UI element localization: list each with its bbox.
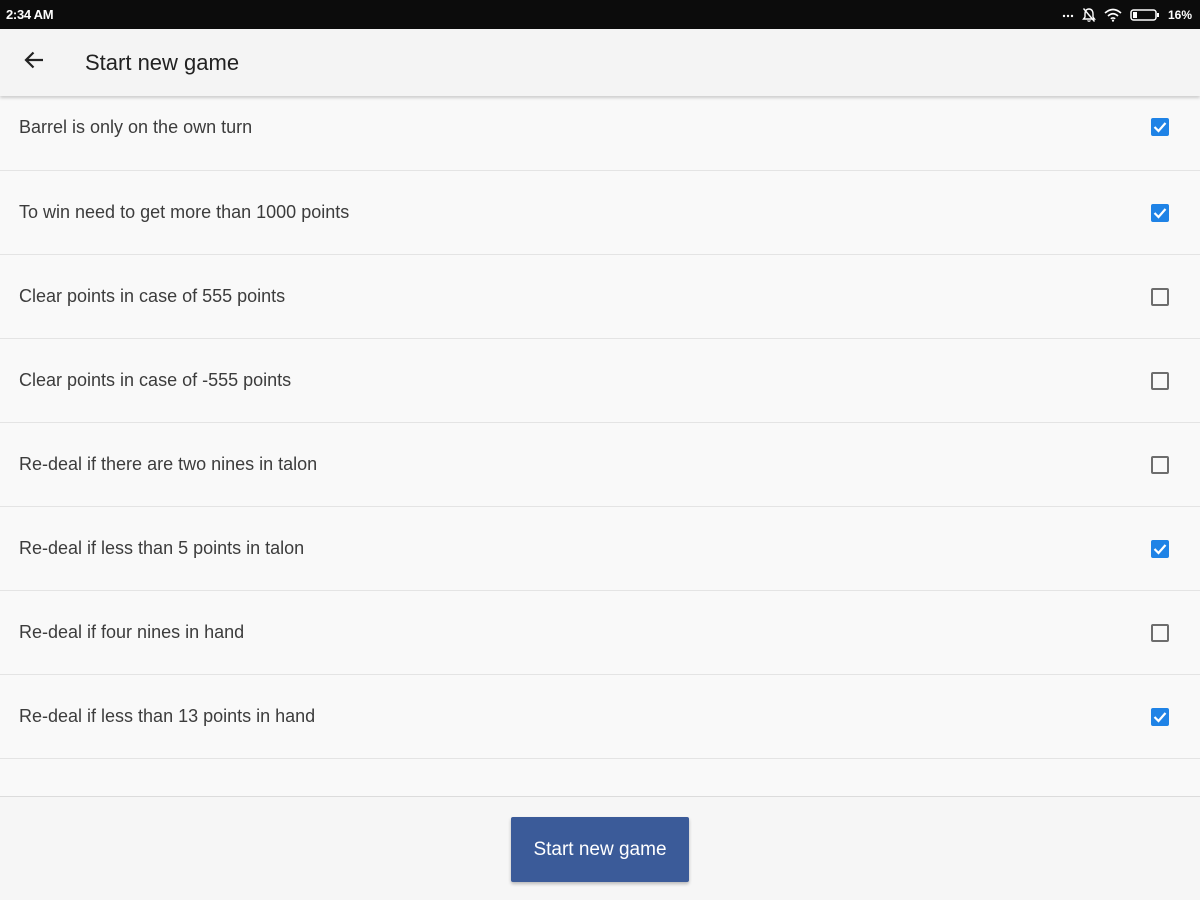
back-button[interactable] [12,41,56,85]
wifi-icon [1104,8,1122,22]
battery-percent: 16% [1167,7,1192,22]
status-time: 2:34 AM [6,7,54,22]
setting-label: Clear points in case of -555 points [19,370,292,390]
setting-label: Re-deal if four nines in hand [19,622,245,642]
setting-label: To win need to get more than 1000 points [19,202,350,222]
setting-checkbox[interactable] [1151,455,1169,474]
setting-row-clear-555[interactable]: Clear points in case of 555 points [0,255,1200,339]
setting-row-barrel-own-turn[interactable]: Barrel is only on the own turn [0,96,1200,171]
setting-checkbox[interactable] [1151,707,1169,726]
setting-label: Barrel is only on the own turn [19,116,253,137]
setting-checkbox[interactable] [1151,287,1169,306]
status-icons: 16% [1062,7,1192,23]
setting-row-clear-minus-555[interactable]: Clear points in case of -555 points [0,339,1200,423]
app-bar: Start new game [0,29,1200,96]
setting-checkbox[interactable] [1151,203,1169,222]
silent-bell-icon [1082,7,1096,23]
settings-list: Barrel is only on the own turn To win ne… [0,96,1200,796]
setting-row-win-1000-points[interactable]: To win need to get more than 1000 points [0,171,1200,255]
battery-icon [1130,8,1160,22]
setting-row-less-13-hand[interactable]: Re-deal if less than 13 points in hand [0,675,1200,759]
setting-label: Re-deal if less than 5 points in talon [19,538,305,558]
setting-label: Re-deal if less than 13 points in hand [19,706,316,726]
setting-label: Clear points in case of 555 points [19,286,286,306]
footer: Start new game [0,796,1200,900]
status-bar: 2:34 AM 16% [0,0,1200,29]
setting-checkbox[interactable] [1151,539,1169,558]
more-dots-icon [1062,12,1074,18]
setting-checkbox[interactable] [1151,623,1169,642]
setting-checkbox[interactable] [1151,118,1169,136]
setting-checkbox[interactable] [1151,371,1169,390]
setting-row-less-5-talon[interactable]: Re-deal if less than 5 points in talon [0,507,1200,591]
page-title: Start new game [85,49,240,75]
setting-row-four-nines-hand[interactable]: Re-deal if four nines in hand [0,591,1200,675]
start-new-game-button[interactable]: Start new game [511,817,689,882]
setting-label: Re-deal if there are two nines in talon [19,454,318,474]
arrow-back-icon [24,51,44,74]
setting-row-two-nines-talon[interactable]: Re-deal if there are two nines in talon [0,423,1200,507]
